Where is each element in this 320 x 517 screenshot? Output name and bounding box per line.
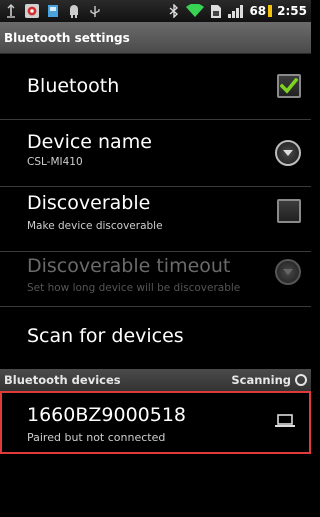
sd-card-icon [46,3,60,19]
android-debug-icon [67,3,81,19]
device-name-value: CSL-MI410 [27,156,83,168]
laptop-icon [275,413,295,432]
device-item-name: 1660BZ9000518 [27,404,187,426]
sim-icon [209,3,223,19]
notification-app-icon [25,3,39,19]
device-name-row[interactable]: Device name CSL-MI410 [0,121,311,187]
bluetooth-label: Bluetooth [27,75,120,97]
discoverable-timeout-row: Discoverable timeout Set how long device… [0,253,311,307]
device-name-label: Device name [27,131,152,153]
wifi-icon [186,3,205,19]
bluetooth-icon [167,3,181,19]
scan-for-devices-row[interactable]: Scan for devices [0,308,311,369]
usb-connection-icon [88,3,102,19]
status-bar-system: 68 2:55 [167,3,307,19]
discoverable-label: Discoverable [27,192,151,214]
battery-level: 68 [249,4,267,18]
discoverable-timeout-label: Discoverable timeout [27,255,231,277]
status-bar: 68 2:55 [0,0,311,22]
discoverable-checkbox[interactable] [277,199,301,223]
battery-indicator: 68 [249,4,273,18]
scan-for-devices-label: Scan for devices [27,325,184,347]
bluetooth-devices-header: Bluetooth devices Scanning [0,369,311,391]
bluetooth-checkbox[interactable] [277,74,301,98]
scanning-label: Scanning [231,373,291,387]
bluetooth-devices-title: Bluetooth devices [4,373,121,387]
usb-icon [4,3,18,19]
signal-icon [228,3,244,19]
device-item-status: Paired but not connected [27,431,166,444]
discoverable-timeout-dropdown-button [275,259,301,285]
clock: 2:55 [277,4,307,18]
progress-spinner-icon [295,374,307,386]
page-title: Bluetooth settings [0,22,311,54]
chevron-down-icon [283,269,293,275]
discoverable-summary: Make device discoverable [27,220,163,232]
discoverable-row[interactable]: Discoverable Make device discoverable [0,188,311,252]
discoverable-timeout-summary: Set how long device will be discoverable [27,282,241,294]
device-name-dropdown-button[interactable] [275,140,301,166]
scanning-status: Scanning [231,373,307,387]
paired-device-item[interactable]: 1660BZ9000518 Paired but not connected [0,391,311,454]
bluetooth-toggle-row[interactable]: Bluetooth [0,54,311,120]
checkmark-icon [280,78,298,94]
battery-icon [268,5,273,17]
status-bar-notifications [4,3,102,19]
chevron-down-icon [283,150,293,156]
